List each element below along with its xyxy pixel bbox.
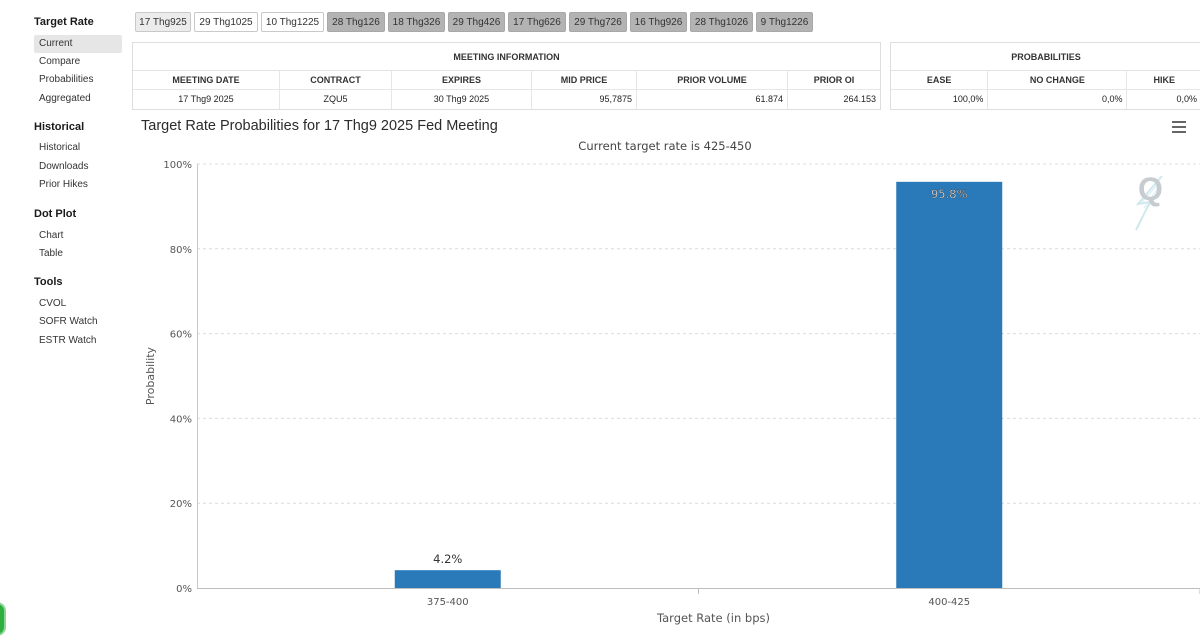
header-contract: CONTRACT — [280, 71, 392, 89]
cell-prior-oi: 264.153 — [843, 94, 876, 104]
cell-meeting-date: 17 Thg9 2025 — [133, 90, 280, 109]
meeting-information-header-row: MEETING DATE CONTRACT EXPIRES MID PRICE … — [133, 71, 880, 90]
cell-expires: 30 Thg9 2025 — [392, 90, 532, 109]
sidebar: Target Rate Current Compare Probabilitie… — [0, 0, 130, 633]
sidebar-item-sofr-watch[interactable]: SOFR Watch — [34, 313, 122, 331]
y-tick-label: 80% — [170, 245, 192, 256]
meeting-information-data-row: 17 Thg9 2025 ZQU5 30 Thg9 2025 95,7875 6… — [133, 90, 880, 109]
x-tick-label: 375-400 — [427, 597, 469, 608]
probabilities-data-row: 100,0% 0,0% 0,0% — [891, 90, 1200, 109]
tab-meeting-18-thg326[interactable]: 18 Thg326 — [388, 12, 445, 32]
x-axis-title: Target Rate (in bps) — [656, 611, 770, 625]
header-meeting-date: MEETING DATE — [133, 71, 280, 89]
cell-prior-volume: 61.874 — [637, 90, 788, 109]
x-tick-label: 400-425 — [928, 597, 970, 608]
y-tick-label: 60% — [170, 330, 192, 341]
header-hike: HIKE — [1153, 75, 1175, 85]
meeting-information-table: MEETING INFORMATION MEETING DATE CONTRAC… — [132, 42, 881, 110]
sidebar-item-estr-watch[interactable]: ESTR Watch — [34, 332, 122, 350]
sidebar-item-current[interactable]: Current — [34, 35, 122, 53]
sidebar-item-table[interactable]: Table — [34, 245, 122, 263]
tab-meeting-17-thg626[interactable]: 17 Thg626 — [508, 12, 566, 32]
chart-panel: 0% 20% 40% 60% 80% 100% 375-400 4.2% 400-425 95.8… — [130, 111, 1200, 633]
tab-meeting-10-thg1225[interactable]: 10 Thg1225 — [261, 12, 324, 32]
header-expires: EXPIRES — [392, 71, 532, 89]
sidebar-item-compare[interactable]: Compare — [34, 53, 122, 71]
header-prior-volume: PRIOR VOLUME — [637, 71, 788, 89]
probability-chart: 0% 20% 40% 60% 80% 100% 375-400 4.2% 400-425 95.8… — [144, 160, 1200, 625]
probabilities-header-row: EASE NO CHANGE HIKE — [891, 71, 1200, 90]
sidebar-item-chart[interactable]: Chart — [34, 227, 122, 245]
header-mid-price: MID PRICE — [532, 71, 637, 89]
cell-ease: 100,0% — [891, 90, 989, 109]
floating-badge-icon[interactable] — [0, 602, 6, 636]
meeting-information-caption: MEETING INFORMATION — [133, 43, 880, 71]
header-prior-oi: PRIOR OI — [813, 75, 855, 85]
chart-title: Target Rate Probabilities for 17 Thg9 20… — [141, 118, 498, 134]
chart-subtitle: Current target rate is 425-450 — [578, 139, 752, 153]
tab-meeting-28-thg126[interactable]: 28 Thg126 — [327, 12, 385, 32]
sidebar-heading-tools: Tools — [34, 276, 63, 288]
sidebar-item-downloads[interactable]: Downloads — [34, 158, 122, 176]
cell-mid-price: 95,7875 — [532, 90, 637, 109]
tab-meeting-16-thg926[interactable]: 16 Thg926 — [630, 12, 687, 32]
y-axis-title: Probability — [144, 346, 157, 405]
tab-meeting-17-thg925[interactable]: 17 Thg925 — [135, 12, 191, 32]
bar — [394, 570, 501, 588]
sidebar-item-historical[interactable]: Historical — [34, 139, 122, 157]
probabilities-caption: PROBABILITIES — [891, 43, 1200, 71]
cell-contract: ZQU5 — [280, 90, 392, 109]
probabilities-table: PROBABILITIES EASE NO CHANGE HIKE 100,0%… — [890, 42, 1200, 110]
cell-hike: 0,0% — [1176, 94, 1197, 104]
y-tick-label: 100% — [163, 160, 192, 171]
bar-data-label: 4.2% — [433, 552, 462, 566]
header-no-change: NO CHANGE — [988, 71, 1128, 89]
bar-data-label: 95.8% — [931, 187, 968, 201]
y-tick-label: 20% — [170, 499, 192, 510]
sidebar-item-aggregated[interactable]: Aggregated — [34, 90, 122, 108]
tab-meeting-29-thg1025[interactable]: 29 Thg1025 — [194, 12, 258, 32]
sidebar-item-prior-hikes[interactable]: Prior Hikes — [34, 176, 122, 194]
tab-meeting-29-thg726[interactable]: 29 Thg726 — [569, 12, 627, 32]
header-ease: EASE — [891, 71, 989, 89]
chart-menu-icon[interactable] — [1172, 121, 1186, 133]
cell-no-change: 0,0% — [988, 90, 1128, 109]
tab-meeting-28-thg1026[interactable]: 28 Thg1026 — [690, 12, 753, 32]
tab-meeting-29-thg426[interactable]: 29 Thg426 — [448, 12, 505, 32]
sidebar-heading-target-rate: Target Rate — [34, 16, 94, 28]
tab-meeting-9-thg1226[interactable]: 9 Thg1226 — [756, 12, 813, 32]
watermark-logo: Q — [1138, 171, 1163, 207]
sidebar-item-cvol[interactable]: CVOL — [34, 295, 122, 313]
sidebar-item-probabilities[interactable]: Probabilities — [34, 71, 122, 89]
sidebar-heading-dot-plot: Dot Plot — [34, 208, 77, 220]
y-tick-label: 40% — [170, 414, 192, 425]
sidebar-heading-historical: Historical — [34, 121, 85, 133]
bar — [896, 181, 1003, 589]
y-tick-label: 0% — [176, 584, 192, 595]
